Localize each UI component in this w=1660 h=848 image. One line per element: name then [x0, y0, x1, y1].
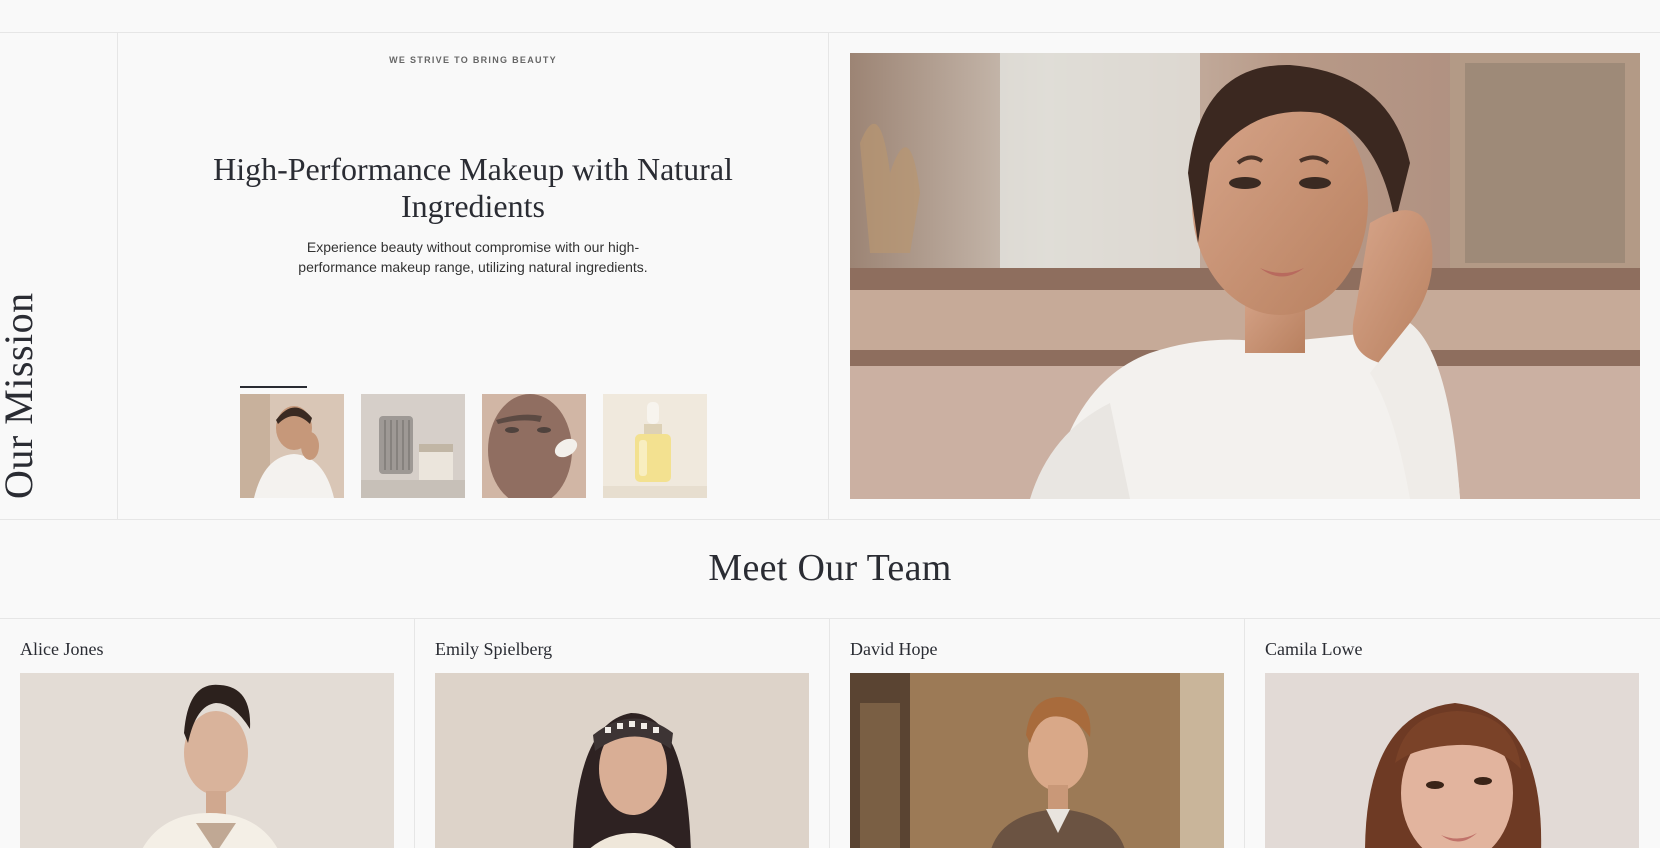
team-member-card[interactable]: Alice Jones: [0, 619, 415, 848]
team-member-name: David Hope: [850, 639, 938, 659]
mission-section: Our Mission WE STRIVE TO BRING BEAUTY Hi…: [0, 33, 1660, 520]
mission-hero-image: [829, 33, 1660, 519]
team-member-card[interactable]: Emily Spielberg: [415, 619, 830, 848]
mission-eyebrow: WE STRIVE TO BRING BEAUTY: [389, 55, 557, 65]
mission-headline: High-Performance Makeup with Natural Ing…: [213, 151, 733, 224]
top-bar: [0, 0, 1660, 33]
mission-side-rail: Our Mission: [0, 33, 118, 519]
thumbnail-model-robe[interactable]: [240, 394, 344, 498]
team-grid: Alice Jones Emily Spielberg David Hope C…: [0, 619, 1660, 848]
team-member-name: Alice Jones: [20, 639, 104, 659]
team-member-photo: [1265, 673, 1639, 848]
thumbnail-face-cream[interactable]: [482, 394, 586, 498]
team-member-photo: [435, 673, 809, 848]
team-member-photo: [850, 673, 1224, 848]
team-member-name: Camila Lowe: [1265, 639, 1363, 659]
team-member-card[interactable]: Camila Lowe: [1245, 619, 1660, 848]
thumbnail-glass-jars[interactable]: [361, 394, 465, 498]
team-member-name: Emily Spielberg: [435, 639, 553, 659]
active-thumbnail-indicator: [240, 386, 307, 388]
team-heading-section: Meet Our Team: [0, 520, 1660, 619]
mission-description: Experience beauty without compromise wit…: [298, 239, 648, 275]
mission-content: WE STRIVE TO BRING BEAUTY High-Performan…: [118, 33, 829, 519]
team-member-photo: [20, 673, 394, 848]
thumbnail-serum-bottle[interactable]: [603, 394, 707, 498]
thumbnail-strip: [240, 394, 707, 498]
team-member-card[interactable]: David Hope: [830, 619, 1245, 848]
mission-vertical-title: Our Mission: [0, 292, 41, 499]
team-heading: Meet Our Team: [708, 547, 952, 589]
